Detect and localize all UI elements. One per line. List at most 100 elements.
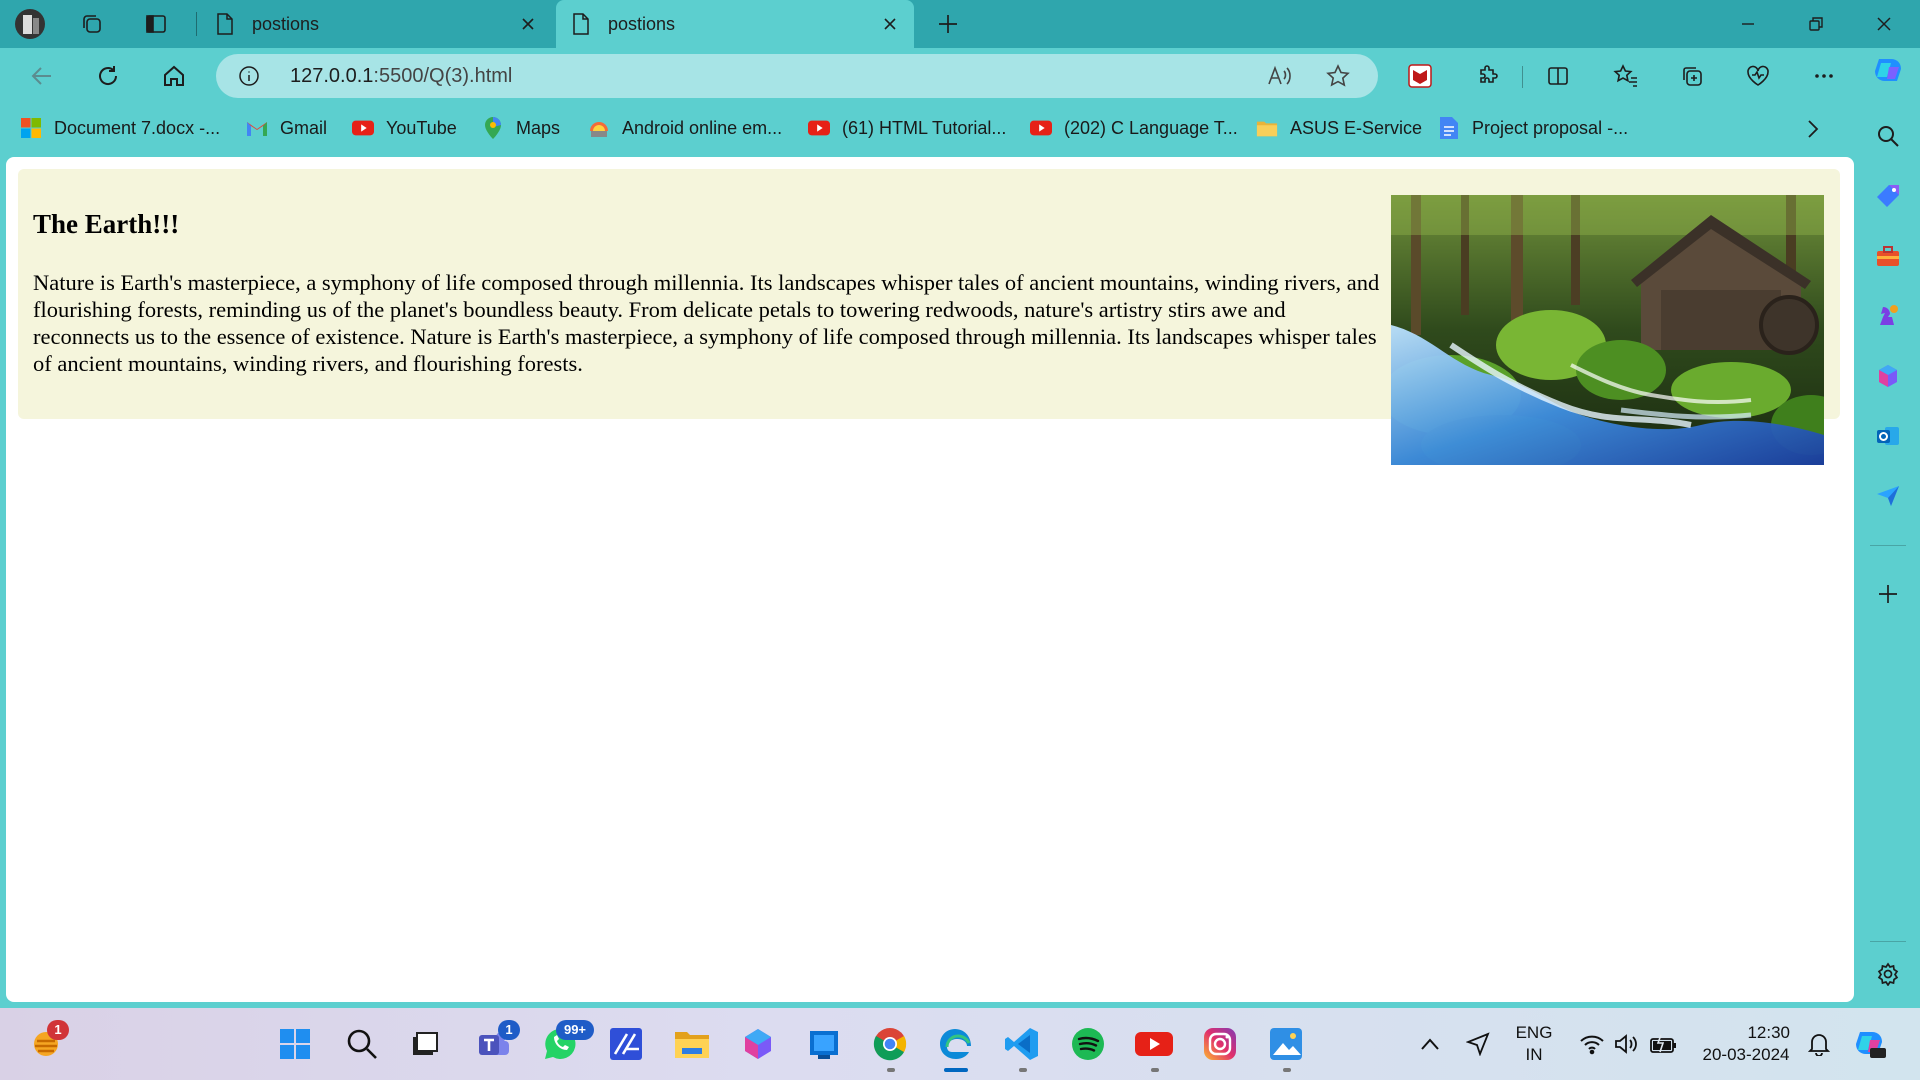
home-button[interactable]: [156, 58, 192, 94]
edge-icon[interactable]: [936, 1024, 976, 1064]
running-indicator: [887, 1068, 895, 1072]
split-screen-icon[interactable]: [1540, 58, 1576, 94]
language-indicator[interactable]: ENG IN: [1506, 1022, 1562, 1066]
edge-sidebar: [1856, 48, 1920, 1008]
settings-gear-icon[interactable]: [1870, 956, 1906, 992]
bookmark-gmail[interactable]: Gmail: [246, 114, 327, 142]
tab-postions-2[interactable]: postions: [556, 0, 914, 48]
notification-bell-icon[interactable]: [1799, 1024, 1839, 1064]
android-emulator-icon: [588, 117, 610, 139]
back-button[interactable]: [24, 58, 60, 94]
windows-start-icon[interactable]: [275, 1024, 315, 1064]
bookmark-label: Document 7.docx -...: [54, 117, 221, 138]
bookmark-maps[interactable]: Maps: [482, 114, 560, 142]
teams-badge: 1: [498, 1020, 520, 1040]
bookmark-label: Maps: [516, 117, 561, 138]
close-tab-icon[interactable]: [878, 12, 902, 36]
running-indicator: [1283, 1068, 1291, 1072]
whatsapp-badge: 99+: [556, 1020, 594, 1040]
url-path: :5500/Q(3).html: [373, 65, 513, 87]
instagram-icon[interactable]: [1200, 1024, 1240, 1064]
favorite-star-icon[interactable]: [1322, 60, 1354, 92]
browser-essentials-icon[interactable]: [1740, 58, 1776, 94]
workspaces-icon[interactable]: [76, 8, 108, 40]
profile-avatar-icon[interactable]: [14, 8, 46, 40]
favorites-icon[interactable]: [1608, 58, 1644, 94]
task-view-icon[interactable]: [404, 1024, 444, 1064]
photos-app-icon[interactable]: [1266, 1024, 1306, 1064]
bookmark-label: (61) HTML Tutorial...: [842, 117, 1007, 138]
wifi-icon[interactable]: [1572, 1024, 1612, 1064]
mcafee-extension-icon[interactable]: [1402, 58, 1438, 94]
refresh-button[interactable]: [90, 58, 126, 94]
copilot-preview-icon[interactable]: [1850, 1024, 1890, 1064]
sidebar-separator: [1870, 941, 1906, 942]
bookmark-project-proposal[interactable]: Project proposal -...: [1438, 114, 1628, 142]
bookmark-label: YouTube: [386, 117, 457, 138]
close-tab-icon[interactable]: [516, 12, 540, 36]
bookmark-android[interactable]: Android online em...: [588, 114, 782, 142]
chevron-right-icon[interactable]: [1800, 116, 1826, 142]
clock-date: 20-03-2024: [1702, 1045, 1790, 1064]
extensions-icon[interactable]: [1470, 58, 1506, 94]
site-info-icon[interactable]: [238, 65, 260, 87]
chrome-icon[interactable]: [870, 1024, 910, 1064]
bookmarks-bar: Document 7.docx -... Gmail YouTube Maps …: [0, 108, 1850, 148]
youtube-icon[interactable]: [1134, 1024, 1174, 1064]
close-window-button[interactable]: [1862, 6, 1906, 42]
page-viewport: The Earth!!! Nature is Earth's masterpie…: [6, 157, 1854, 1002]
bookmark-label: Gmail: [280, 117, 328, 138]
bookmark-asus[interactable]: ASUS E-Service: [1256, 114, 1422, 142]
address-bar[interactable]: 127.0.0.1:5500/Q(3).html: [216, 54, 1378, 98]
bookmark-document[interactable]: Document 7.docx -...: [20, 114, 220, 142]
clock-time: 12:30: [1747, 1023, 1790, 1042]
store-app-icon[interactable]: [804, 1024, 844, 1064]
bookmark-label: ASUS E-Service: [1290, 117, 1423, 138]
location-arrow-icon[interactable]: [1458, 1024, 1498, 1064]
read-aloud-icon[interactable]: [1264, 60, 1296, 92]
tab-actions-icon[interactable]: [140, 8, 172, 40]
copilot-icon[interactable]: [1870, 52, 1906, 88]
copilot-app-icon[interactable]: [738, 1024, 778, 1064]
restore-button[interactable]: [1794, 6, 1838, 42]
minimize-button[interactable]: [1726, 6, 1770, 42]
editor-app-icon[interactable]: [606, 1024, 646, 1064]
games-chess-icon[interactable]: [1870, 298, 1906, 334]
microsoft-365-icon[interactable]: [1870, 358, 1906, 394]
youtube-icon: [352, 117, 374, 139]
url-text[interactable]: 127.0.0.1:5500/Q(3).html: [290, 65, 512, 88]
search-icon[interactable]: [1870, 118, 1906, 154]
collections-icon[interactable]: [1674, 58, 1710, 94]
google-docs-icon: [1438, 117, 1460, 139]
bookmark-c-language[interactable]: (202) C Language T...: [1030, 114, 1238, 142]
clock[interactable]: 12:30 20-03-2024: [1694, 1022, 1798, 1066]
region-text: IN: [1525, 1045, 1543, 1064]
search-icon[interactable]: [342, 1024, 382, 1064]
title-separator: [196, 12, 197, 36]
url-host: 127.0.0.1: [290, 65, 374, 87]
tools-briefcase-icon[interactable]: [1870, 238, 1906, 274]
title-bar: postions postions: [0, 0, 1920, 48]
battery-icon[interactable]: [1644, 1024, 1684, 1064]
chevron-up-icon[interactable]: [1410, 1024, 1450, 1064]
language-text: ENG: [1515, 1023, 1553, 1042]
active-indicator: [944, 1068, 968, 1072]
bookmark-html-tutorial[interactable]: (61) HTML Tutorial...: [808, 114, 1006, 142]
vscode-icon[interactable]: [1002, 1024, 1042, 1064]
bookmark-label: Android online em...: [622, 117, 783, 138]
bookmark-youtube[interactable]: YouTube: [352, 114, 457, 142]
add-icon[interactable]: [1870, 576, 1906, 612]
shopping-tag-icon[interactable]: [1870, 178, 1906, 214]
new-tab-button[interactable]: [932, 8, 964, 40]
volume-icon[interactable]: [1607, 1024, 1647, 1064]
tab-title: postions: [608, 13, 676, 34]
more-options-icon[interactable]: [1806, 58, 1842, 94]
bookmark-label: (202) C Language T...: [1064, 117, 1238, 138]
page-paragraph: Nature is Earth's masterpiece, a symphon…: [33, 270, 1380, 376]
outlook-icon[interactable]: [1870, 418, 1906, 454]
tab-postions-1[interactable]: postions: [200, 0, 552, 48]
forest-waterfall-image: [1391, 195, 1824, 465]
spotify-icon[interactable]: [1068, 1024, 1108, 1064]
drop-send-icon[interactable]: [1870, 478, 1906, 514]
file-explorer-icon[interactable]: [672, 1024, 712, 1064]
